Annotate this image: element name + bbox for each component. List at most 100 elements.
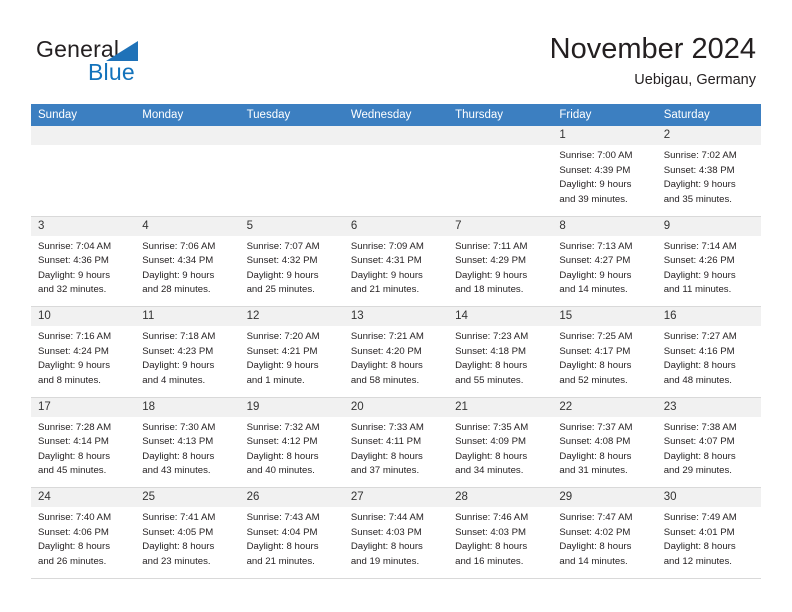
day-number: 20 <box>350 400 364 413</box>
calendar-day-cell[interactable]: 12 Sunrise: 7:20 AM Sunset: 4:21 PM Dayligh… <box>239 307 344 397</box>
sunrise-text: Sunrise: 7:28 AM <box>38 421 112 433</box>
calendar-day-cell[interactable]: 28 Sunrise: 7:46 AM Sunset: 4:03 PM Dayligh… <box>448 488 553 578</box>
daylight-text: and 16 minutes. <box>455 555 524 567</box>
daylight-text: Daylight: 8 hours <box>38 541 110 553</box>
daylight-text: and 11 minutes. <box>663 284 732 296</box>
day-number-bar: 18 <box>135 397 240 417</box>
day-number: 14 <box>455 310 468 322</box>
calendar-day-cell[interactable]: 22 Sunrise: 7:37 AM Sunset: 4:08 PM Dayligh… <box>552 397 657 488</box>
day-detail-lines <box>448 145 552 149</box>
day-number: 7 <box>455 219 462 232</box>
calendar-day-cell[interactable]: 25 Sunrise: 7:41 AM Sunset: 4:05 PM Dayligh… <box>135 488 240 578</box>
day-number-bar: 22 <box>552 397 657 417</box>
calendar-grid: Sunday Monday Tuesday Wednesday Thursday Frid… <box>31 104 761 579</box>
day-number-bar <box>448 126 553 145</box>
weekday-header-wednesday: Wednesday <box>350 109 412 121</box>
sunset-text: Sunset: 4:14 PM <box>38 436 109 448</box>
daylight-text: and 28 minutes. <box>142 284 211 296</box>
day-number-bar: 21 <box>448 397 553 417</box>
day-detail-lines <box>135 145 239 149</box>
sunset-text: Sunset: 4:32 PM <box>246 255 318 267</box>
sunrise-text: Sunrise: 7:38 AM <box>663 421 737 433</box>
day-number-bar: 20 <box>343 397 449 417</box>
calendar-day-cell[interactable]: 24 Sunrise: 7:40 AM Sunset: 4:06 PM Dayligh… <box>31 488 136 578</box>
day-detail-lines: Sunrise: 7:35 AM Sunset: 4:09 PM Daylight:… <box>448 417 552 479</box>
calendar-day-cell[interactable]: 4 Sunrise: 7:06 AM Sunset: 4:34 PM Daylight… <box>135 216 240 307</box>
page-subtitle: Uebigau, Germany <box>634 72 756 88</box>
calendar-day-cell[interactable]: 16 Sunrise: 7:27 AM Sunset: 4:16 PM Dayligh… <box>656 307 761 397</box>
daylight-text: and 12 minutes. <box>663 555 732 567</box>
calendar-day-cell[interactable]: 23 Sunrise: 7:38 AM Sunset: 4:07 PM Dayligh… <box>656 397 761 488</box>
daylight-text: Daylight: 8 hours <box>663 450 736 462</box>
day-number-bar: 11 <box>135 307 240 326</box>
calendar-day-cell[interactable]: 3 Sunrise: 7:04 AM Sunset: 4:36 PM Daylight… <box>31 216 136 307</box>
calendar-day-cell[interactable]: 8 Sunrise: 7:13 AM Sunset: 4:27 PM Daylight… <box>552 216 657 307</box>
calendar-day-cell-empty <box>448 126 553 216</box>
calendar-day-cell[interactable]: 11 Sunrise: 7:18 AM Sunset: 4:23 PM Dayligh… <box>135 307 240 397</box>
daylight-text: Daylight: 8 hours <box>663 360 736 372</box>
daylight-text: and 58 minutes. <box>350 374 420 386</box>
sunset-text: Sunset: 4:39 PM <box>559 164 631 176</box>
day-number-bar: 10 <box>31 307 136 326</box>
title-block: November 2024 Uebigau, Germany <box>550 32 756 90</box>
daylight-text: Daylight: 8 hours <box>246 450 319 462</box>
daylight-text: and 19 minutes. <box>350 555 420 567</box>
day-number-bar: 17 <box>31 397 136 417</box>
calendar-day-cell[interactable]: 5 Sunrise: 7:07 AM Sunset: 4:32 PM Daylight… <box>239 216 344 307</box>
general-blue-logo[interactable]: General Blue <box>36 36 266 86</box>
daylight-text: and 55 minutes. <box>455 374 524 386</box>
day-number: 30 <box>663 491 677 503</box>
calendar-day-cell[interactable]: 10 Sunrise: 7:16 AM Sunset: 4:24 PM Dayligh… <box>31 307 136 397</box>
day-number-bar: 3 <box>31 216 136 236</box>
calendar-day-cell[interactable]: 21 Sunrise: 7:35 AM Sunset: 4:09 PM Dayligh… <box>448 397 553 488</box>
calendar-day-cell[interactable]: 26 Sunrise: 7:43 AM Sunset: 4:04 PM Dayligh… <box>239 488 344 578</box>
daylight-text: Daylight: 8 hours <box>455 450 528 462</box>
sunset-text: Sunset: 4:03 PM <box>350 526 422 538</box>
calendar-day-cell[interactable]: 15 Sunrise: 7:25 AM Sunset: 4:17 PM Dayligh… <box>552 307 657 397</box>
day-number: 2 <box>663 129 671 141</box>
calendar-day-cell[interactable]: 29 Sunrise: 7:47 AM Sunset: 4:02 PM Dayligh… <box>552 488 657 578</box>
sunrise-text: Sunrise: 7:14 AM <box>663 240 737 252</box>
day-number-bar: 8 <box>552 216 657 236</box>
daylight-text: and 31 minutes. <box>559 465 628 477</box>
day-number-bar: 16 <box>656 307 761 326</box>
calendar-day-cell[interactable]: 6 Sunrise: 7:09 AM Sunset: 4:31 PM Daylight… <box>343 216 449 307</box>
day-detail-lines: Sunrise: 7:13 AM Sunset: 4:27 PM Daylight:… <box>552 236 656 298</box>
calendar-day-cell[interactable]: 2 Sunrise: 7:02 AM Sunset: 4:38 PM Daylight… <box>656 126 761 216</box>
daylight-text: Daylight: 9 hours <box>246 360 319 372</box>
daylight-text: Daylight: 8 hours <box>559 450 632 462</box>
day-detail-lines: Sunrise: 7:00 AM Sunset: 4:39 PM Daylight:… <box>552 145 656 207</box>
calendar-day-cell[interactable]: 13 Sunrise: 7:21 AM Sunset: 4:20 PM Dayligh… <box>343 307 449 397</box>
day-number: 10 <box>38 310 51 322</box>
sunrise-text: Sunrise: 7:21 AM <box>350 331 424 342</box>
day-detail-lines: Sunrise: 7:46 AM Sunset: 4:03 PM Daylight:… <box>448 507 552 569</box>
day-number: 22 <box>559 400 573 413</box>
day-detail-lines: Sunrise: 7:47 AM Sunset: 4:02 PM Daylight:… <box>552 507 656 569</box>
calendar-day-cell[interactable]: 7 Sunrise: 7:11 AM Sunset: 4:29 PM Daylight… <box>448 216 553 307</box>
day-number: 8 <box>559 219 566 232</box>
calendar-day-cell[interactable]: 27 Sunrise: 7:44 AM Sunset: 4:03 PM Dayligh… <box>343 488 449 578</box>
weekday-header-sunday: Sunday <box>38 109 78 121</box>
day-number: 11 <box>142 310 155 322</box>
day-detail-lines: Sunrise: 7:37 AM Sunset: 4:08 PM Daylight:… <box>552 417 656 479</box>
daylight-text: Daylight: 8 hours <box>350 450 423 462</box>
calendar-day-cell[interactable]: 9 Sunrise: 7:14 AM Sunset: 4:26 PM Daylight… <box>656 216 761 307</box>
day-number: 28 <box>455 491 468 503</box>
logo-text-blue: Blue <box>88 59 135 85</box>
day-number: 13 <box>350 310 364 322</box>
sunrise-text: Sunrise: 7:47 AM <box>559 512 633 523</box>
calendar-day-cell[interactable]: 18 Sunrise: 7:30 AM Sunset: 4:13 PM Dayligh… <box>135 397 240 488</box>
daylight-text: and 40 minutes. <box>246 465 315 477</box>
day-detail-lines: Sunrise: 7:18 AM Sunset: 4:23 PM Daylight:… <box>135 326 239 388</box>
calendar-day-cell[interactable]: 19 Sunrise: 7:32 AM Sunset: 4:12 PM Dayligh… <box>239 397 344 488</box>
daylight-text: Daylight: 8 hours <box>246 541 319 553</box>
calendar-day-cell[interactable]: 20 Sunrise: 7:33 AM Sunset: 4:11 PM Dayligh… <box>343 397 449 488</box>
day-number-bar: 6 <box>343 216 449 236</box>
daylight-text: and 25 minutes. <box>246 284 315 296</box>
sunrise-text: Sunrise: 7:23 AM <box>455 331 529 342</box>
day-number-bar: 13 <box>343 307 449 326</box>
calendar-day-cell[interactable]: 17 Sunrise: 7:28 AM Sunset: 4:14 PM Dayligh… <box>31 397 136 488</box>
calendar-day-cell[interactable]: 14 Sunrise: 7:23 AM Sunset: 4:18 PM Dayligh… <box>448 307 553 397</box>
calendar-day-cell[interactable]: 30 Sunrise: 7:49 AM Sunset: 4:01 PM Dayligh… <box>656 488 761 578</box>
calendar-day-cell[interactable]: 1 Sunrise: 7:00 AM Sunset: 4:39 PM Daylight… <box>552 126 657 216</box>
